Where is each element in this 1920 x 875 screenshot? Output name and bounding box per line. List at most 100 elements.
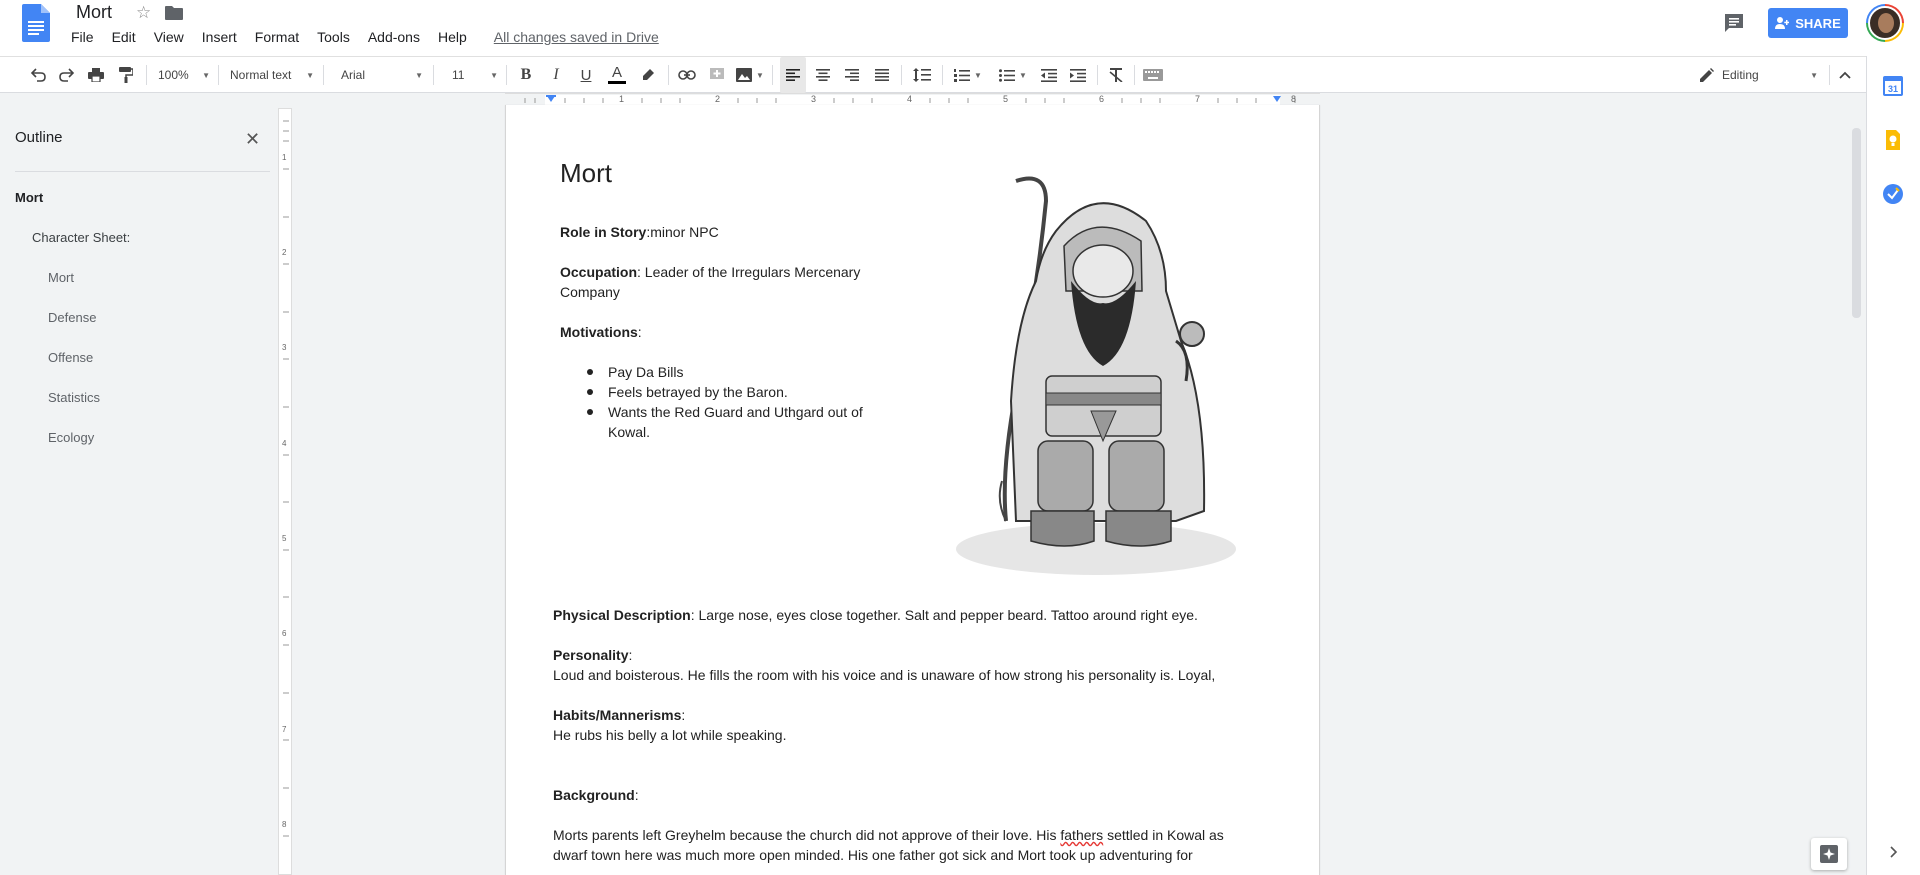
numbered-list-button[interactable]: ▼ (950, 57, 986, 93)
menu-help[interactable]: Help (429, 27, 476, 47)
hide-menus-button[interactable] (1834, 57, 1856, 93)
menu-insert[interactable]: Insert (193, 27, 246, 47)
menu-file[interactable]: File (62, 27, 103, 47)
tasks-icon[interactable] (1883, 184, 1903, 204)
role-label: Role in Story (560, 224, 647, 240)
physical-label: Physical Description (553, 607, 691, 623)
docs-logo-icon[interactable] (22, 4, 50, 42)
menu-addons[interactable]: Add-ons (359, 27, 429, 47)
background-label: Background (553, 787, 635, 803)
align-center-button[interactable] (811, 57, 835, 93)
insert-image-button[interactable]: ▼ (733, 57, 767, 93)
motivations-label: Motivations (560, 324, 638, 340)
chevron-down-icon: ▼ (756, 70, 764, 80)
habits-label: Habits/Mannerisms (553, 707, 682, 723)
font-select[interactable]: Arial ▼ (341, 57, 423, 93)
horizontal-ruler: 1 2 3 4 5 6 7 8 (505, 93, 1320, 105)
justify-icon (875, 69, 889, 81)
document-title[interactable]: Mort (72, 2, 116, 23)
outline-item[interactable]: Ecology (48, 430, 94, 445)
avatar[interactable] (1866, 4, 1904, 42)
print-button[interactable] (84, 57, 108, 93)
image-icon (736, 68, 753, 82)
chevron-down-icon: ▼ (1019, 70, 1027, 80)
outline-item[interactable]: Mort (15, 190, 43, 205)
bold-button[interactable]: B (514, 57, 538, 93)
calendar-icon[interactable]: 31 (1883, 76, 1903, 96)
link-button[interactable] (675, 57, 699, 93)
text-color-button[interactable]: A (604, 57, 630, 93)
zoom-select[interactable]: 100% ▼ (158, 57, 210, 93)
occupation-label: Occupation (560, 264, 638, 280)
save-status[interactable]: All changes saved in Drive (488, 27, 665, 47)
link-icon (678, 70, 696, 80)
keep-icon[interactable] (1883, 130, 1903, 150)
spelling-error[interactable]: fathers (1060, 827, 1103, 843)
background-line: dwarf town here was much more open minde… (553, 847, 1193, 863)
toolbar-separator (433, 65, 434, 85)
chevron-right-icon[interactable] (1890, 846, 1898, 858)
underline-button[interactable]: U (574, 57, 598, 93)
list-item: Feels betrayed by the Baron. (587, 384, 788, 400)
outline-item[interactable]: Statistics (48, 390, 100, 405)
align-right-button[interactable] (840, 57, 864, 93)
justify-button[interactable] (870, 57, 894, 93)
document-page[interactable]: Mort Role in Story:minor NPC Occupation:… (505, 105, 1320, 875)
italic-button[interactable]: I (544, 57, 568, 93)
clear-formatting-button[interactable] (1104, 57, 1128, 93)
font-value: Arial (341, 68, 366, 82)
outline-item[interactable]: Offense (48, 350, 93, 365)
explore-icon (1820, 845, 1838, 863)
occupation-paragraph: Occupation: Leader of the Irregulars Mer… (560, 262, 860, 282)
increase-indent-button[interactable] (1066, 57, 1090, 93)
ruler-label: 8 (1291, 94, 1297, 104)
style-select[interactable]: Normal text ▼ (230, 57, 314, 93)
bulleted-list-button[interactable]: ▼ (995, 57, 1031, 93)
paint-format-button[interactable] (114, 57, 138, 93)
personality-colon: : (628, 647, 633, 663)
bold-icon: B (520, 66, 532, 83)
share-button[interactable]: SHARE (1768, 8, 1848, 38)
close-icon[interactable]: ✕ (245, 129, 260, 150)
redo-button[interactable] (55, 57, 79, 93)
occupation-value: : Leader of the Irregulars Mercenary (637, 264, 861, 280)
comments-icon[interactable] (1723, 12, 1745, 34)
redo-icon (59, 68, 75, 82)
editing-mode-select[interactable]: Editing ▼ (1700, 57, 1818, 93)
input-tools-button[interactable] (1140, 57, 1166, 93)
folder-icon[interactable] (165, 5, 184, 20)
outline-item[interactable]: Defense (48, 310, 96, 325)
background-text: Morts parents left Greyhelm because the … (553, 827, 1061, 843)
paint-format-icon (119, 67, 133, 83)
menu-tools[interactable]: Tools (308, 27, 359, 47)
role-value: :minor NPC (646, 224, 719, 240)
menu-view[interactable]: View (145, 27, 193, 47)
line-spacing-icon (913, 68, 931, 82)
align-left-button[interactable] (780, 57, 806, 93)
decrease-indent-button[interactable] (1037, 57, 1061, 93)
chevron-down-icon: ▼ (1810, 70, 1818, 80)
line-spacing-button[interactable] (909, 57, 935, 93)
highlight-button[interactable] (636, 57, 660, 93)
ruler-label: 2 (715, 94, 721, 104)
menu-edit[interactable]: Edit (103, 27, 145, 47)
vruler-label: 8 (282, 820, 287, 829)
menu-format[interactable]: Format (246, 27, 308, 47)
font-size-select[interactable]: 11 ▼ (452, 57, 498, 93)
clear-formatting-icon (1109, 68, 1123, 82)
insert-comment-button[interactable] (705, 57, 729, 93)
personality-label: Personality (553, 647, 629, 663)
outline-item[interactable]: Character Sheet: (32, 230, 130, 245)
toolbar-separator (772, 65, 773, 85)
outline-item[interactable]: Mort (48, 270, 74, 285)
star-icon[interactable]: ☆ (136, 3, 151, 23)
physical-value: : Large nose, eyes close together. Salt … (690, 607, 1198, 623)
svg-text:31: 31 (1888, 84, 1898, 94)
scrollbar[interactable] (1852, 128, 1861, 318)
align-center-icon (816, 69, 830, 81)
document-heading: Mort (560, 158, 612, 188)
undo-button[interactable] (26, 57, 50, 93)
habits-heading: Habits/Mannerisms: (553, 705, 685, 725)
character-illustration[interactable] (946, 141, 1246, 583)
explore-button[interactable] (1811, 838, 1847, 870)
